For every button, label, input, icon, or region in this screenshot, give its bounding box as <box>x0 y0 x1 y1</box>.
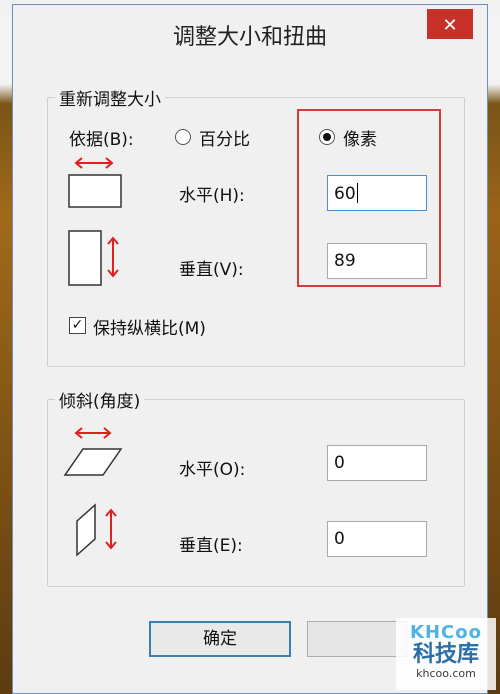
khcoo-watermark: KHCoo 科技库 khcoo.com <box>396 618 496 690</box>
skew-vertical-label: 垂直(E): <box>179 536 243 556</box>
resize-horizontal-label: 水平(H): <box>179 186 245 206</box>
resize-vertical-label: 垂直(V): <box>179 260 244 280</box>
skew-vertical-input[interactable]: 0 <box>327 521 427 557</box>
horizontal-resize-icon <box>68 157 122 208</box>
keep-aspect-ratio-label[interactable]: 保持纵横比(M) <box>93 314 206 339</box>
percent-radio[interactable] <box>175 129 191 145</box>
pixels-highlight-box <box>297 109 441 287</box>
skew-horizontal-label: 水平(O): <box>179 460 246 480</box>
background-app-right <box>486 14 500 694</box>
ok-button[interactable]: 确定 <box>149 621 291 657</box>
cancel-button[interactable] <box>307 621 407 657</box>
title-bar: 调整大小和扭曲 ✕ <box>13 5 487 63</box>
close-button[interactable]: ✕ <box>427 9 473 39</box>
horizontal-skew-icon <box>63 427 123 476</box>
watermark-logo: KHCoo <box>410 622 482 643</box>
keep-aspect-ratio-checkbox[interactable]: ✓ <box>69 317 86 334</box>
watermark-name: 科技库 <box>412 642 479 667</box>
resize-group-label: 重新调整大小 <box>55 85 165 110</box>
percent-radio-label[interactable]: 百分比 <box>199 125 250 150</box>
resize-skew-dialog: 调整大小和扭曲 ✕ 重新调整大小 依据(B): 百分比 像素 水平(H): 60… <box>12 4 488 694</box>
close-icon: ✕ <box>442 15 458 35</box>
vertical-resize-icon <box>68 230 119 286</box>
vertical-skew-icon <box>76 503 117 557</box>
watermark-url: khcoo.com <box>416 667 476 680</box>
basis-label: 依据(B): <box>69 130 134 150</box>
skew-group-label: 倾斜(角度) <box>55 387 145 412</box>
dialog-title: 调整大小和扭曲 <box>172 25 327 50</box>
skew-horizontal-input[interactable]: 0 <box>327 445 427 481</box>
